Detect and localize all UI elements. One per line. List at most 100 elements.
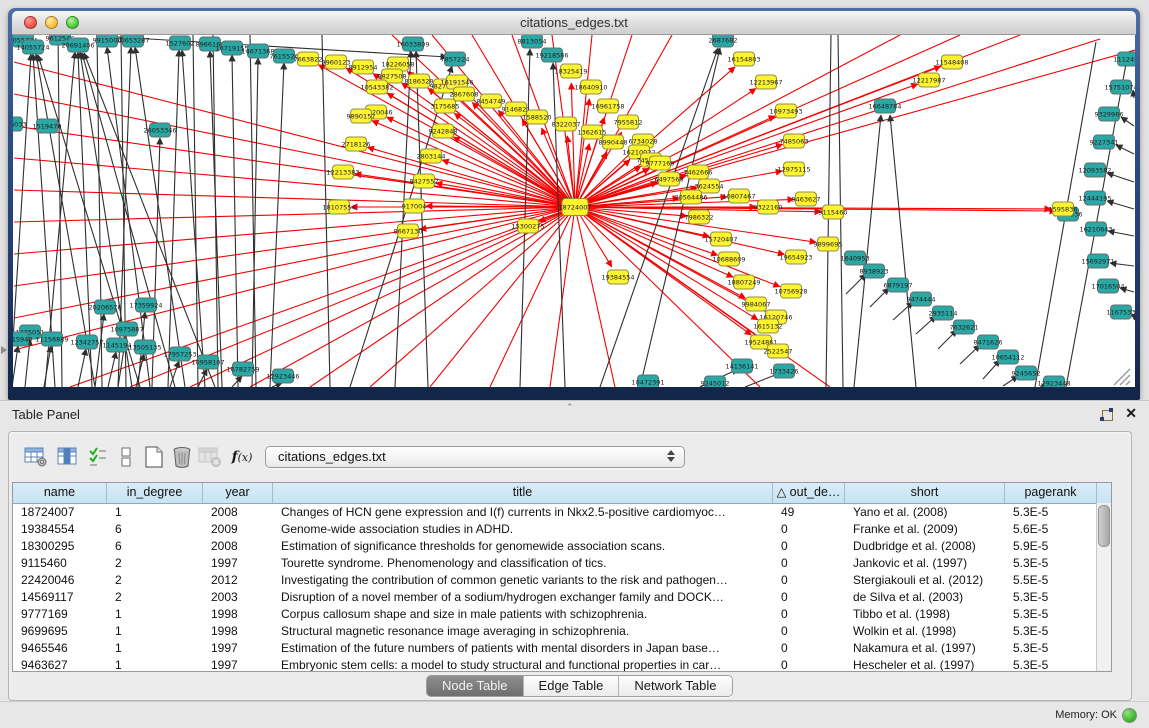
table-row[interactable]: 946362711997Embryonic stem cells: a mode… bbox=[13, 657, 1111, 672]
column-visibility-icon bbox=[57, 446, 79, 468]
graph-node-label: 9329966 bbox=[1095, 110, 1124, 118]
window-zoom-button[interactable] bbox=[66, 16, 79, 29]
cell-out_degree: 49 bbox=[773, 504, 845, 521]
graph-node-label: 18724007 bbox=[558, 203, 591, 211]
cell-in_degree: 1 bbox=[107, 504, 203, 521]
window-close-button[interactable] bbox=[24, 16, 37, 29]
graph-node-label: 17957253 bbox=[163, 350, 196, 358]
cell-short: Tibbo et al. (1998) bbox=[845, 606, 1005, 623]
column-header-title[interactable]: title bbox=[273, 483, 773, 503]
scrollbar-thumb[interactable] bbox=[1098, 505, 1110, 547]
graph-node-label: 9899695 bbox=[814, 240, 843, 248]
memory-indicator[interactable] bbox=[1122, 708, 1137, 723]
table-row[interactable]: 977716911998Corpus callosum shape and si… bbox=[13, 606, 1111, 623]
graph-node-label: 9984067 bbox=[742, 300, 771, 308]
graph-edge bbox=[232, 376, 242, 387]
graph-node-label: 1615132 bbox=[754, 322, 783, 330]
graph-node-label: 1588520 bbox=[523, 113, 552, 121]
table-vertical-scrollbar[interactable] bbox=[1096, 503, 1111, 671]
graph-node-label: 1733426 bbox=[770, 367, 799, 375]
tab-network-table[interactable]: Network Table bbox=[619, 676, 731, 696]
window-minimize-button[interactable] bbox=[45, 16, 58, 29]
row-height-button[interactable] bbox=[113, 444, 139, 470]
canvas-resize-grip[interactable] bbox=[1114, 369, 1130, 385]
graph-node-label: 13505135 bbox=[128, 343, 161, 351]
graph-node-label: 15751074 bbox=[1104, 83, 1135, 91]
graph-node-label: 1640953 bbox=[841, 254, 870, 262]
cell-name: 9463627 bbox=[13, 657, 107, 672]
graph-node-label: 9245652 bbox=[1012, 369, 1041, 377]
float-panel-button[interactable] bbox=[1100, 408, 1113, 421]
cell-title: Investigating the contribution of common… bbox=[273, 572, 773, 589]
graph-node-label: 10975887 bbox=[110, 325, 143, 333]
node-layer: 2055724140557249612546206914069915004106… bbox=[13, 35, 1135, 387]
graph-node-label: 19654923 bbox=[779, 253, 812, 261]
select-columns-button[interactable] bbox=[85, 444, 111, 470]
graph-node-label: 6497568 bbox=[655, 175, 684, 183]
graph-node-label: 16154803 bbox=[727, 55, 760, 63]
new-table-icon bbox=[143, 445, 165, 469]
table-row[interactable]: 1938455462009Genome-wide association stu… bbox=[13, 521, 1111, 538]
graph-node-label: 1595836 bbox=[1049, 205, 1078, 213]
tab-node-table[interactable]: Node Table bbox=[427, 676, 524, 696]
graph-node-label: 12217987 bbox=[912, 76, 945, 84]
network-canvas-svg[interactable]: 2055724140557249612546206914069915004106… bbox=[13, 35, 1135, 387]
column-header-out_degree[interactable]: △ out_de… bbox=[773, 483, 845, 503]
table-row[interactable]: 946554611997Estimation of the future num… bbox=[13, 640, 1111, 657]
table-row[interactable]: 969969511998Structural magnetic resonanc… bbox=[13, 623, 1111, 640]
table-row[interactable]: 1872400712008Changes of HCN gene express… bbox=[13, 504, 1111, 521]
graph-node-label: 10973493 bbox=[769, 107, 802, 115]
table-source-value: citations_edges.txt bbox=[278, 449, 386, 464]
column-header-in_degree[interactable]: in_degree bbox=[107, 483, 203, 503]
node-table: namein_degreeyeartitle△ out_de…shortpage… bbox=[12, 482, 1112, 672]
cell-title: Estimation of significance thresholds fo… bbox=[273, 538, 773, 555]
cell-year: 1998 bbox=[203, 623, 273, 640]
graph-node-label: 9777169 bbox=[646, 159, 675, 167]
cell-short: Wolkin et al. (1998) bbox=[845, 623, 1005, 640]
application-desktop: { "window": { "title": "citations_edges.… bbox=[0, 0, 1149, 727]
column-header-year[interactable]: year bbox=[203, 483, 273, 503]
graph-edge bbox=[97, 35, 102, 387]
cell-name: 9465546 bbox=[13, 640, 107, 657]
column-visibility-button[interactable] bbox=[55, 444, 81, 470]
graph-node-label: 20564486 bbox=[674, 193, 707, 201]
close-panel-button[interactable]: ✕ bbox=[1125, 405, 1137, 422]
column-header-name[interactable]: name bbox=[13, 483, 107, 503]
table-row[interactable]: 1830029562008Estimation of significance … bbox=[13, 538, 1111, 555]
cell-out_degree: 0 bbox=[773, 657, 845, 672]
cell-name: 9115460 bbox=[13, 555, 107, 572]
column-header-pagerank[interactable]: pagerank bbox=[1005, 483, 1097, 503]
function-builder-button[interactable]: f(x) bbox=[229, 444, 255, 470]
cell-pagerank: 5.3E-5 bbox=[1005, 623, 1097, 640]
delete-column-button[interactable] bbox=[169, 444, 195, 470]
cell-title: Disruption of a novel member of a sodium… bbox=[273, 589, 773, 606]
new-table-button[interactable] bbox=[141, 444, 167, 470]
network-canvas[interactable]: 2055724140557249612546206914069915004106… bbox=[13, 35, 1135, 387]
delete-table-button[interactable] bbox=[197, 444, 223, 470]
table-row[interactable]: 1456911722003Disruption of a novel membe… bbox=[13, 589, 1111, 606]
cell-out_degree: 0 bbox=[773, 538, 845, 555]
graph-node-label: 2606033 bbox=[13, 120, 26, 128]
graph-edge bbox=[983, 360, 1000, 379]
cell-in_degree: 2 bbox=[107, 555, 203, 572]
cell-out_degree: 0 bbox=[773, 606, 845, 623]
table-row[interactable]: 2242004622012Investigating the contribut… bbox=[13, 572, 1111, 589]
tab-edge-table[interactable]: Edge Table bbox=[524, 676, 620, 696]
cell-short: Yano et al. (2008) bbox=[845, 504, 1005, 521]
graph-edge bbox=[13, 346, 18, 387]
graph-edge bbox=[213, 35, 218, 387]
graph-node-label: 16782759 bbox=[226, 365, 259, 373]
cell-pagerank: 5.3E-5 bbox=[1005, 589, 1097, 606]
table-settings-button[interactable] bbox=[23, 444, 49, 470]
graph-node-label: 9890157 bbox=[347, 112, 376, 120]
graph-node-label: 8912954 bbox=[349, 63, 378, 71]
column-header-short[interactable]: short bbox=[845, 483, 1005, 503]
graph-node-label: 9115460 bbox=[819, 208, 848, 216]
cell-out_degree: 0 bbox=[773, 555, 845, 572]
table-source-combobox[interactable]: citations_edges.txt bbox=[265, 446, 685, 468]
network-window-titlebar[interactable]: citations_edges.txt bbox=[12, 11, 1136, 35]
graph-node-label: 9474444 bbox=[907, 295, 936, 303]
cell-in_degree: 6 bbox=[107, 521, 203, 538]
table-row[interactable]: 911546021997Tourette syndrome. Phenomeno… bbox=[13, 555, 1111, 572]
collapsed-panel-handle-icon[interactable] bbox=[1, 346, 7, 354]
